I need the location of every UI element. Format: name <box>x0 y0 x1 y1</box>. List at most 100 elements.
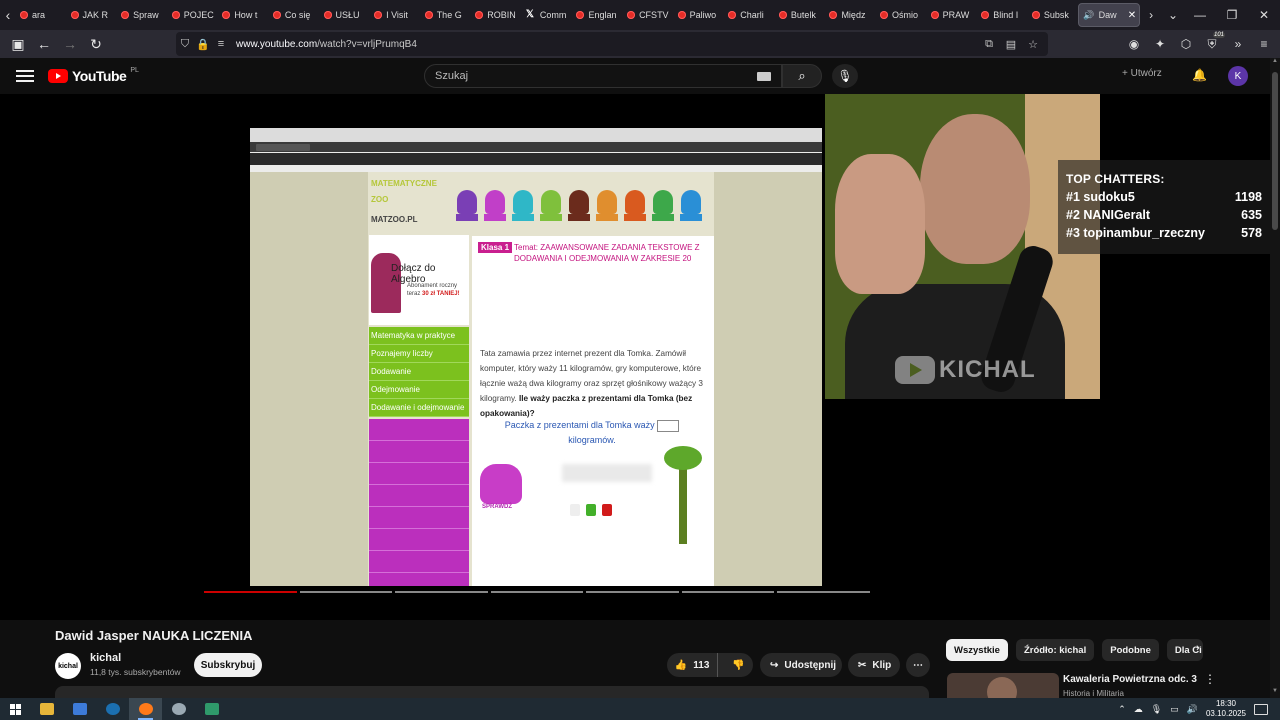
url-bar[interactable]: ⛉ 🔒 ≡ www.youtube.com/watch?v=vrljPrumqB… <box>176 32 1048 56</box>
dislike-button[interactable]: 👎 <box>724 653 753 677</box>
browser-tab[interactable]: Paliwo <box>674 3 725 27</box>
extensions-icon[interactable]: ⬡ <box>1176 32 1196 56</box>
shield-icon[interactable]: ⛉ <box>176 38 194 51</box>
recommendation-more-icon[interactable]: ⋮ <box>1204 672 1216 686</box>
scrollbar-thumb[interactable] <box>1272 72 1278 230</box>
browser-tab[interactable]: ROBIN <box>471 3 522 27</box>
search-input[interactable] <box>435 70 735 82</box>
browser-tab[interactable]: The G <box>421 3 472 27</box>
filter-chip[interactable]: Źródło: kichal <box>1015 639 1095 661</box>
volume-icon[interactable]: 🔊 <box>1187 704 1198 715</box>
browser-tab[interactable]: Międz <box>825 3 876 27</box>
browser-tab[interactable]: USŁU <box>320 3 371 27</box>
speaker-icon[interactable]: 🔊 <box>1083 10 1094 21</box>
keyboard-icon[interactable] <box>757 72 771 81</box>
clock[interactable]: 18:30 03.10.2025 <box>1206 699 1246 719</box>
menu-icon[interactable]: ≡ <box>1254 32 1274 56</box>
browser-tab[interactable]: Charli <box>724 3 775 27</box>
calculator-icon[interactable] <box>195 698 228 720</box>
close-window-icon[interactable]: ✕ <box>1248 0 1280 30</box>
chapter-progress-bar[interactable] <box>204 591 871 593</box>
check-button[interactable]: SPRAWDŹ <box>482 504 512 510</box>
description-box[interactable] <box>55 686 929 698</box>
green-nav-item[interactable]: Odejmowanie <box>369 381 469 399</box>
green-nav-item[interactable]: Dodawanie i odejmowanie <box>369 399 469 417</box>
video-player[interactable]: MATEMATYCZNE ZOO MATZOO.PL Dołącz do Alg… <box>0 94 1270 620</box>
active-tab[interactable]: 🔊 Daw ✕ <box>1078 3 1141 27</box>
forward-icon[interactable]: → <box>58 32 82 56</box>
cloud-icon[interactable]: ☁ <box>1134 704 1143 715</box>
browser-tab[interactable]: Co się <box>269 3 320 27</box>
start-button[interactable] <box>0 703 30 715</box>
like-button[interactable]: 👍 113 <box>667 653 719 677</box>
subscribe-button[interactable]: Subskrybuj <box>194 653 262 677</box>
browser-tab[interactable]: PRAW <box>927 3 978 27</box>
recommendation-thumbnail[interactable] <box>947 673 1059 698</box>
vpn-extension-icon[interactable]: ◉ <box>1124 32 1144 56</box>
hamburger-menu-icon[interactable] <box>16 67 34 85</box>
ublock-icon[interactable]: ⛨ 101 <box>1202 32 1225 56</box>
browser-tab[interactable]: Spraw <box>117 3 168 27</box>
create-button[interactable]: + Utwórz <box>1122 68 1162 79</box>
notifications-icon[interactable] <box>1254 703 1268 715</box>
app-icon[interactable] <box>162 698 195 720</box>
page-scrollbar[interactable]: ▲ ▼ <box>1270 58 1280 698</box>
chips-next-icon[interactable]: › <box>1190 642 1206 658</box>
filter-chip[interactable]: Wszystkie <box>946 639 1008 661</box>
lock-icon[interactable]: 🔒 <box>194 38 212 51</box>
browser-tab[interactable]: POJEC <box>168 3 219 27</box>
mic-tray-icon[interactable]: 🎙 <box>1151 704 1162 715</box>
app-icon[interactable] <box>63 698 96 720</box>
algebro-promo[interactable]: Dołącz do Algebro Abonament roczny teraz… <box>369 235 469 325</box>
tray-overflow-icon[interactable]: ⌃ <box>1118 704 1126 715</box>
url-text[interactable]: www.youtube.com/watch?v=vrljPrumqB4 <box>236 39 417 50</box>
channel-avatar[interactable]: kichal <box>55 653 81 679</box>
network-icon[interactable]: ▭ <box>1170 704 1179 715</box>
fox-extension-icon[interactable]: ✦ <box>1150 32 1170 56</box>
browser-tab[interactable]: Subsk <box>1028 3 1079 27</box>
channel-name[interactable]: kichal <box>90 652 121 664</box>
share-button[interactable]: ↪ Udostępnij <box>760 653 842 677</box>
recommendation-channel[interactable]: Historia i Militaria <box>1063 689 1124 698</box>
youtube-logo[interactable]: YouTube PL <box>48 67 139 84</box>
restore-icon[interactable]: ❐ <box>1216 0 1248 30</box>
elephant-icon[interactable] <box>480 464 522 504</box>
sidebar-toggle-icon[interactable]: ▣ <box>6 32 30 56</box>
green-nav-item[interactable]: Matematyka w praktyce <box>369 327 469 345</box>
back-icon[interactable]: ← <box>32 32 56 56</box>
steam-icon[interactable] <box>96 698 129 720</box>
user-avatar[interactable]: K <box>1228 66 1248 86</box>
filter-chip[interactable]: Podobne <box>1102 639 1159 661</box>
tab-list-dropdown-icon[interactable]: ⌄ <box>1162 0 1184 30</box>
answer-input[interactable] <box>657 419 680 432</box>
pip-icon[interactable]: ⧉ <box>980 38 998 51</box>
green-nav-item[interactable]: Poznajemy liczby <box>369 345 469 363</box>
minimize-icon[interactable]: — <box>1184 0 1216 30</box>
more-actions-button[interactable]: ⋯ <box>906 653 930 677</box>
recommendation-title[interactable]: Kawaleria Powietrzna odc. 3 <box>1063 674 1197 685</box>
search-button[interactable]: ⌕ <box>782 64 822 88</box>
browser-tab[interactable]: Ośmio <box>876 3 927 27</box>
browser-tab[interactable]: CFSTV <box>623 3 674 27</box>
browser-tab[interactable]: ara <box>16 3 67 27</box>
reload-icon[interactable]: ↻ <box>84 32 108 56</box>
tab-scroll-right-icon[interactable]: › <box>1140 0 1162 30</box>
reader-icon[interactable]: ▤ <box>1002 38 1020 51</box>
browser-tab[interactable]: I Visit <box>370 3 421 27</box>
permissions-icon[interactable]: ≡ <box>212 38 230 50</box>
browser-tab[interactable]: Blind I <box>977 3 1028 27</box>
file-explorer-icon[interactable] <box>30 698 63 720</box>
bookmark-star-icon[interactable]: ☆ <box>1024 38 1042 51</box>
voice-search-button[interactable]: 🎙 <box>832 64 858 88</box>
browser-tab[interactable]: Butelk <box>775 3 826 27</box>
browser-tab[interactable]: 𝕏 Comm <box>522 3 573 27</box>
close-tab-icon[interactable]: ✕ <box>1128 10 1139 21</box>
firefox-icon[interactable] <box>129 698 162 720</box>
green-nav-item[interactable]: Dodawanie <box>369 363 469 381</box>
browser-tab[interactable]: JAK R <box>67 3 118 27</box>
tab-scroll-left-icon[interactable]: ‹ <box>0 0 16 30</box>
browser-tab[interactable]: Englan <box>572 3 623 27</box>
clip-button[interactable]: ✂ Klip <box>848 653 900 677</box>
browser-tab[interactable]: How t <box>218 3 269 27</box>
notifications-bell-icon[interactable]: 🔔 <box>1192 68 1207 82</box>
